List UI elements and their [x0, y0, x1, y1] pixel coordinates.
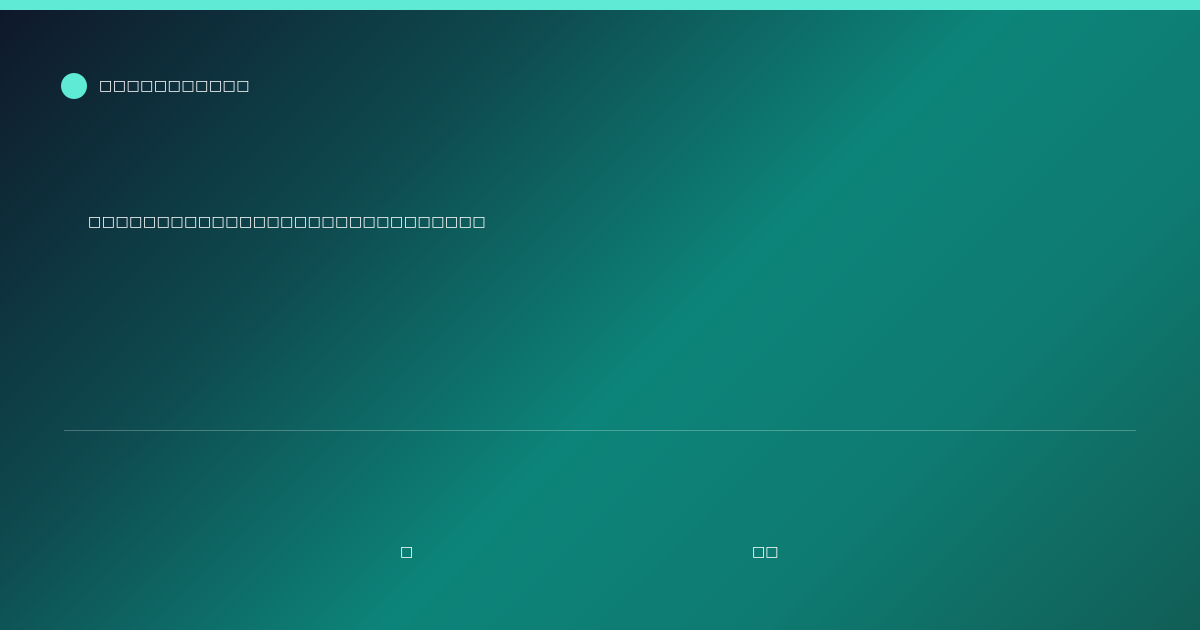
footer-right-text: □□ [752, 544, 779, 560]
brand: □□□□□□□□□□□ [61, 73, 250, 99]
brand-name: □□□□□□□□□□□ [99, 78, 251, 94]
top-accent-bar [0, 0, 1200, 10]
divider [64, 430, 1136, 431]
headline-text: □□□□□□□□□□□□□□□□□□□□□□□□□□□□□ [88, 214, 487, 230]
footer-left-text: □ [400, 544, 414, 560]
brand-logo-icon [61, 73, 87, 99]
